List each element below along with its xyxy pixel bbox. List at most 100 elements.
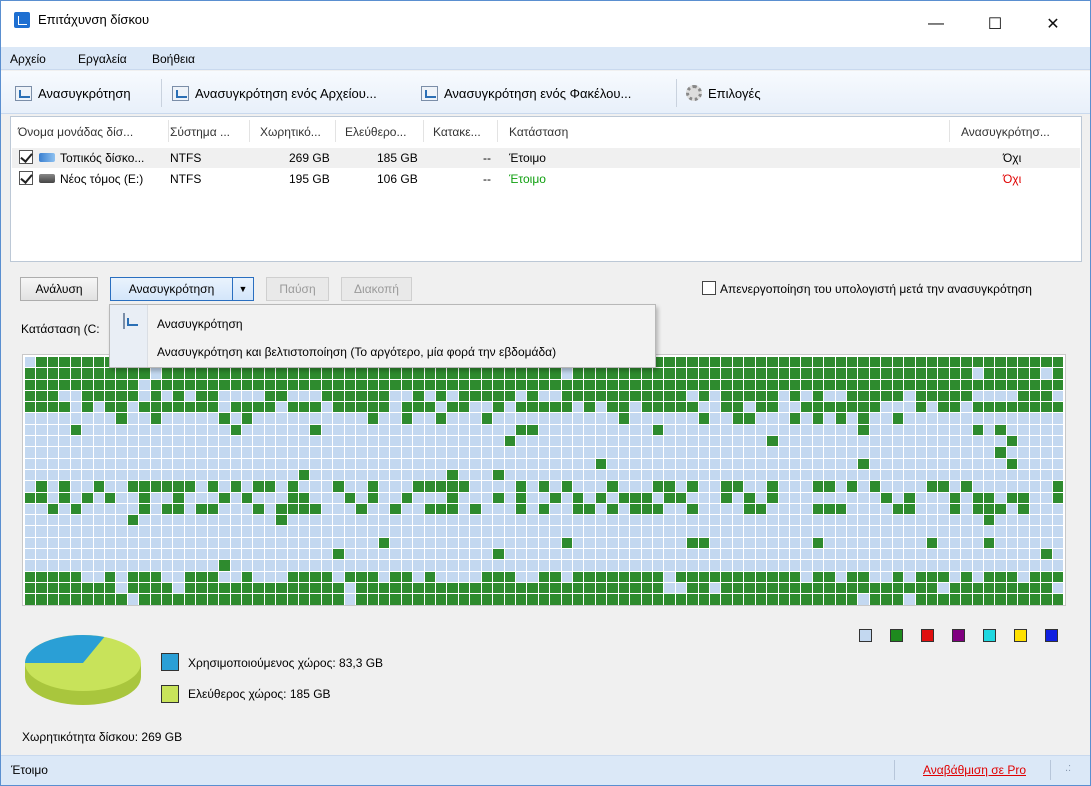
cluster-block bbox=[892, 357, 904, 368]
cluster-block bbox=[184, 481, 196, 492]
cluster-block bbox=[241, 515, 253, 526]
table-row[interactable]: Τοπικός δίσκο... NTFS 269 GB 185 GB -- Έ… bbox=[12, 148, 1080, 168]
cluster-block bbox=[310, 526, 321, 537]
cluster-block bbox=[93, 357, 104, 368]
cluster-block bbox=[333, 368, 344, 379]
cluster-block bbox=[538, 379, 550, 390]
defrag-dropdown-button[interactable]: ▼ bbox=[232, 277, 254, 301]
col-free[interactable]: Ελεύθερο... bbox=[345, 125, 406, 139]
maximize-button[interactable]: ☐ bbox=[972, 1, 1018, 47]
cluster-block bbox=[493, 537, 504, 549]
cluster-block bbox=[207, 503, 219, 515]
toolbar-defrag-button[interactable]: Ανασυγκρότηση bbox=[15, 81, 131, 105]
toolbar-defrag-label: Ανασυγκρότηση bbox=[38, 85, 131, 101]
cluster-block bbox=[710, 379, 721, 390]
cluster-block bbox=[767, 402, 778, 413]
cluster-block bbox=[789, 503, 801, 515]
close-button[interactable]: ✕ bbox=[1030, 1, 1076, 47]
cluster-block bbox=[458, 413, 470, 424]
col-filesystem[interactable]: Σύστημα ... bbox=[170, 125, 230, 139]
cluster-block bbox=[710, 390, 721, 402]
resize-grip-icon[interactable]: .: bbox=[1065, 762, 1071, 774]
stop-button[interactable]: Διακοπή bbox=[341, 277, 412, 301]
col-fragmentation[interactable]: Κατακε... bbox=[433, 125, 481, 139]
cluster-block bbox=[755, 549, 767, 560]
defrag-button[interactable]: Ανασυγκρότηση bbox=[110, 277, 233, 301]
cluster-block bbox=[767, 571, 778, 582]
col-defrag[interactable]: Ανασυγκρότησ... bbox=[961, 125, 1050, 139]
upgrade-link[interactable]: Αναβάθμιση σε Pro bbox=[923, 763, 1026, 777]
toolbar-options-button[interactable]: Επιλογές bbox=[686, 81, 761, 105]
cluster-block bbox=[310, 379, 321, 390]
row-checkbox[interactable] bbox=[19, 150, 33, 164]
cluster-block bbox=[36, 537, 47, 549]
menu-help[interactable]: Βοήθεια bbox=[152, 52, 195, 66]
cluster-block bbox=[310, 492, 321, 503]
cluster-block bbox=[344, 368, 356, 379]
table-row[interactable]: Νέος τόμος (E:) NTFS 195 GB 106 GB -- Έτ… bbox=[12, 169, 1080, 189]
cluster-block bbox=[93, 481, 104, 492]
menu-file[interactable]: Αρχείο bbox=[10, 52, 46, 66]
col-status[interactable]: Κατάσταση bbox=[509, 125, 568, 139]
minimize-button[interactable]: — bbox=[913, 1, 959, 47]
cluster-block bbox=[310, 481, 321, 492]
cluster-block bbox=[881, 526, 892, 537]
toolbar-defrag-folder-button[interactable]: Ανασυγκρότηση ενός Φακέλου... bbox=[421, 81, 631, 105]
cluster-block bbox=[93, 537, 104, 549]
cluster-block bbox=[504, 379, 515, 390]
cluster-block bbox=[515, 390, 527, 402]
cluster-block bbox=[219, 458, 230, 469]
analyze-button[interactable]: Ανάλυση bbox=[20, 277, 98, 301]
cluster-block bbox=[961, 526, 972, 537]
cluster-block bbox=[333, 458, 344, 469]
cluster-block bbox=[447, 571, 458, 582]
cluster-block bbox=[413, 413, 424, 424]
cluster-block bbox=[710, 368, 721, 379]
cluster-block bbox=[573, 390, 584, 402]
pause-button[interactable]: Παύση bbox=[266, 277, 329, 301]
cluster-block bbox=[1018, 582, 1029, 594]
cluster-block bbox=[196, 503, 207, 515]
cluster-block bbox=[801, 549, 812, 560]
cluster-block bbox=[915, 413, 926, 424]
cluster-block bbox=[641, 526, 652, 537]
cluster-block bbox=[321, 368, 333, 379]
dropdown-item-defrag-optimize[interactable]: Ανασυγκρότηση και βελτιστοποίηση (Το αργ… bbox=[157, 345, 556, 359]
cluster-block bbox=[698, 458, 710, 469]
cluster-block bbox=[70, 402, 82, 413]
cluster-block bbox=[447, 469, 458, 481]
title-bar[interactable]: Επιτάχυνση δίσκου — ☐ ✕ bbox=[1, 1, 1090, 47]
shutdown-checkbox[interactable] bbox=[702, 281, 716, 295]
toolbar-defrag-file-button[interactable]: Ανασυγκρότηση ενός Αρχείου... bbox=[172, 81, 377, 105]
cluster-block bbox=[550, 402, 561, 413]
cluster-block bbox=[253, 492, 264, 503]
cluster-block bbox=[104, 582, 116, 594]
cluster-block bbox=[915, 379, 926, 390]
cluster-block bbox=[926, 515, 938, 526]
menu-tools[interactable]: Εργαλεία bbox=[78, 52, 127, 66]
cluster-block bbox=[858, 481, 869, 492]
col-drive-name[interactable]: Όνομα μονάδας δίσ... bbox=[18, 125, 133, 139]
cluster-block bbox=[25, 526, 36, 537]
cluster-block bbox=[767, 537, 778, 549]
dropdown-item-defrag[interactable]: Ανασυγκρότηση bbox=[157, 317, 243, 331]
cluster-block bbox=[264, 458, 276, 469]
cluster-block bbox=[356, 379, 367, 390]
col-capacity[interactable]: Χωρητικό... bbox=[260, 125, 321, 139]
row-checkbox[interactable] bbox=[19, 171, 33, 185]
cluster-block bbox=[789, 582, 801, 594]
cluster-block bbox=[390, 436, 401, 447]
cluster-block bbox=[356, 549, 367, 560]
cluster-block bbox=[321, 492, 333, 503]
cluster-block bbox=[504, 390, 515, 402]
drive-list[interactable]: Όνομα μονάδας δίσ... Σύστημα ... Χωρητικ… bbox=[10, 116, 1082, 262]
cluster-block bbox=[1041, 571, 1052, 582]
cluster-block bbox=[196, 413, 207, 424]
cluster-block bbox=[207, 515, 219, 526]
cluster-block bbox=[401, 492, 413, 503]
cluster-block bbox=[1041, 447, 1052, 458]
cluster-block bbox=[378, 436, 390, 447]
cluster-block bbox=[390, 424, 401, 436]
cluster-block bbox=[755, 582, 767, 594]
cluster-block bbox=[698, 492, 710, 503]
